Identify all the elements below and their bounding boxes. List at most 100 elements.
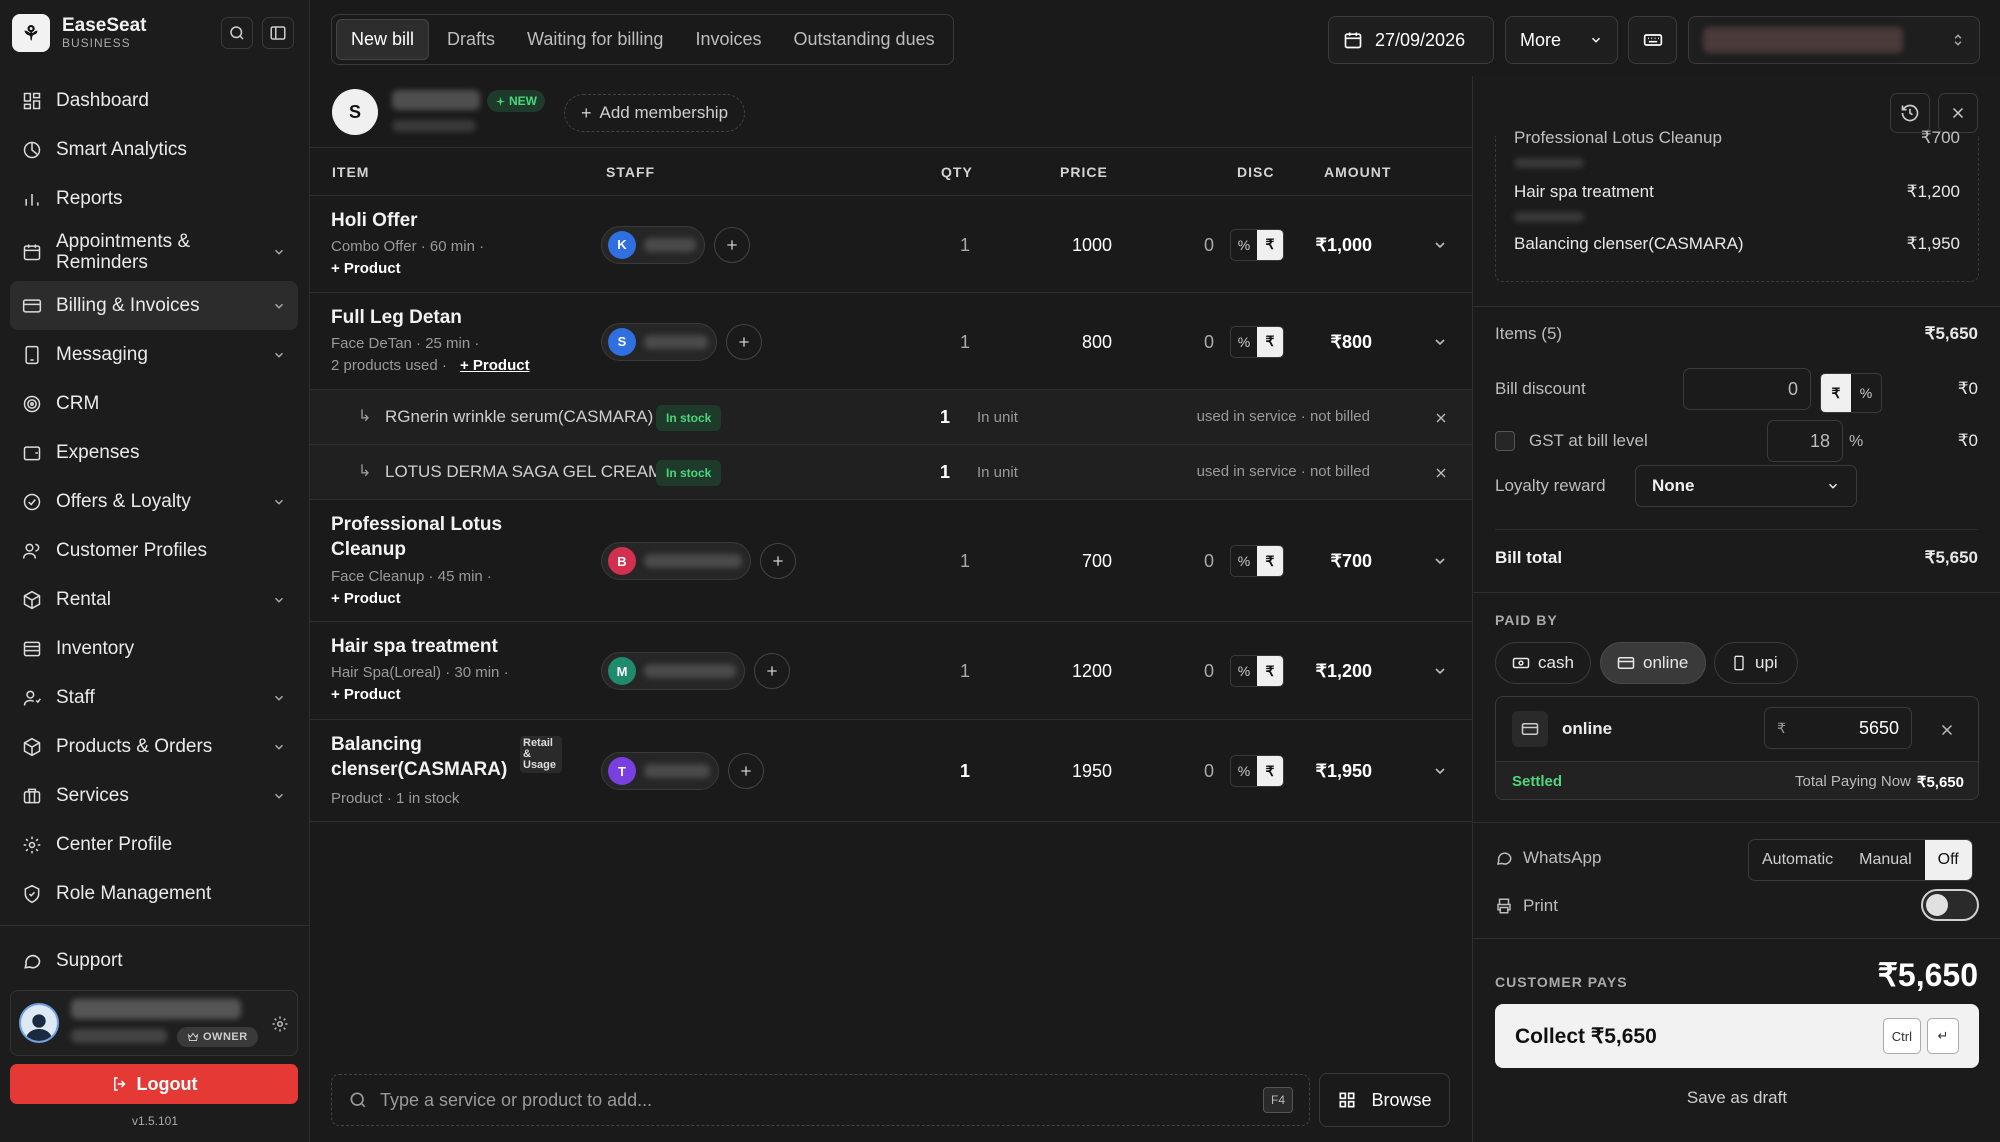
percent-option[interactable]: % (1231, 230, 1257, 260)
sidebar-toggle-button[interactable] (262, 17, 294, 49)
chevron-down-icon[interactable] (1432, 334, 1448, 350)
tab-new-bill[interactable]: New bill (336, 19, 430, 60)
loyalty-select[interactable]: None (1635, 465, 1857, 507)
sidebar-item-role-management[interactable]: Role Management (10, 869, 298, 918)
discount-type-toggle[interactable]: % ₹ (1230, 655, 1284, 687)
close-icon[interactable] (1433, 410, 1449, 426)
sidebar-item-reports[interactable]: Reports (10, 174, 298, 223)
add-product-link[interactable]: + Product (331, 260, 401, 277)
percent-option[interactable]: % (1851, 374, 1881, 412)
staff-selector[interactable]: M (601, 652, 745, 690)
sidebar-item-support[interactable]: Support (10, 936, 298, 985)
sidebar-item-products-orders[interactable]: Products & Orders (10, 722, 298, 771)
staff-selector[interactable]: K (601, 225, 705, 264)
close-icon[interactable] (1433, 465, 1449, 481)
discount-type-toggle[interactable]: % ₹ (1230, 755, 1284, 787)
user-card[interactable]: OWNER (10, 990, 298, 1056)
sidebar-item-customer-profiles[interactable]: Customer Profiles (10, 526, 298, 575)
item-price[interactable]: 800 (1030, 332, 1112, 353)
discount-type-toggle[interactable]: % ₹ (1230, 228, 1284, 261)
rupee-option[interactable]: ₹ (1257, 546, 1283, 576)
item-price[interactable]: 1000 (1030, 235, 1112, 256)
item-qty[interactable]: 1 (950, 235, 970, 256)
item-discount[interactable]: 0 (1190, 551, 1214, 572)
online-amount-input[interactable]: ₹ 5650 (1764, 707, 1912, 749)
sidebar-item-billing-invoices[interactable]: Billing & Invoices (10, 281, 298, 330)
bill-discount-input[interactable]: 0 (1683, 368, 1811, 410)
percent-option[interactable]: % (1231, 327, 1257, 357)
collect-button[interactable]: Collect ₹5,650 Ctrl ↵ (1495, 1004, 1979, 1068)
item-price[interactable]: 700 (1030, 551, 1112, 572)
close-bill-button[interactable] (1938, 93, 1978, 133)
item-qty[interactable]: 1 (950, 761, 970, 782)
tab-outstanding-dues[interactable]: Outstanding dues (779, 19, 948, 60)
staff-selector[interactable]: T (601, 752, 719, 790)
brand[interactable]: ⚘ EaseSeat BUSINESS (12, 14, 147, 52)
save-as-draft-button[interactable]: Save as draft (1495, 1088, 1979, 1108)
percent-option[interactable]: % (1231, 756, 1257, 786)
sidebar-item-appointments-reminders[interactable]: Appointments & Reminders (10, 223, 298, 281)
whatsapp-option-off[interactable]: Off (1924, 840, 1972, 880)
add-product-link[interactable]: + Product (331, 590, 401, 607)
rupee-option[interactable]: ₹ (1821, 374, 1851, 412)
percent-option[interactable]: % (1231, 546, 1257, 576)
chevron-down-icon[interactable] (1432, 763, 1448, 779)
browse-button[interactable]: Browse (1319, 1073, 1450, 1127)
add-product-link[interactable]: + Product (331, 686, 401, 703)
tab-waiting-for-billing[interactable]: Waiting for billing (513, 19, 677, 60)
item-qty[interactable]: 1 (950, 332, 970, 353)
sidebar-item-services[interactable]: Services (10, 771, 298, 820)
chevron-down-icon[interactable] (1432, 553, 1448, 569)
item-name[interactable]: Professional Lotus Cleanup (331, 512, 511, 562)
keyboard-shortcuts-button[interactable] (1628, 16, 1677, 64)
sidebar-item-center-profile[interactable]: Center Profile (10, 820, 298, 869)
sidebar-item-inventory[interactable]: Inventory (10, 624, 298, 673)
date-picker[interactable]: 27/09/2026 (1328, 16, 1494, 64)
account-switcher[interactable] (1688, 16, 1980, 64)
sidebar-item-smart-analytics[interactable]: Smart Analytics (10, 125, 298, 174)
discount-type-toggle[interactable]: ₹ % (1820, 373, 1882, 413)
customer-avatar[interactable]: S (332, 89, 378, 135)
logout-button[interactable]: Logout (10, 1064, 298, 1104)
item-name[interactable]: Balancing clenser(CASMARA) (331, 732, 521, 782)
add-staff-button[interactable] (726, 323, 762, 360)
rupee-option[interactable]: ₹ (1257, 229, 1283, 260)
rupee-option[interactable]: ₹ (1257, 326, 1283, 357)
staff-selector[interactable]: S (601, 322, 717, 361)
item-name[interactable]: Holi Offer (331, 208, 418, 233)
item-discount[interactable]: 0 (1190, 761, 1214, 782)
sidebar-search-button[interactable] (221, 17, 253, 49)
discount-type-toggle[interactable]: % ₹ (1230, 325, 1284, 358)
tab-invoices[interactable]: Invoices (681, 19, 775, 60)
rupee-option[interactable]: ₹ (1257, 756, 1283, 786)
sidebar-item-crm[interactable]: CRM (10, 379, 298, 428)
item-price[interactable]: 1200 (1030, 661, 1112, 682)
tab-drafts[interactable]: Drafts (433, 19, 509, 60)
pay-method-online[interactable]: online (1600, 642, 1706, 684)
item-discount[interactable]: 0 (1190, 332, 1214, 353)
gst-rate-input[interactable]: 18 (1767, 420, 1843, 462)
item-qty[interactable]: 1 (950, 661, 970, 682)
add-staff-button[interactable] (760, 543, 796, 579)
item-discount[interactable]: 0 (1190, 661, 1214, 682)
whatsapp-option-manual[interactable]: Manual (1846, 840, 1924, 880)
add-staff-button[interactable] (728, 753, 764, 789)
discount-type-toggle[interactable]: % ₹ (1230, 545, 1284, 577)
chevron-down-icon[interactable] (1432, 663, 1448, 679)
item-name[interactable]: Hair spa treatment (331, 634, 498, 659)
sidebar-item-rental[interactable]: Rental (10, 575, 298, 624)
close-icon[interactable] (1938, 721, 1956, 739)
rupee-option[interactable]: ₹ (1257, 656, 1283, 686)
sidebar-item-messaging[interactable]: Messaging (10, 330, 298, 379)
item-name[interactable]: Full Leg Detan (331, 305, 462, 330)
item-price[interactable]: 1950 (1030, 761, 1112, 782)
whatsapp-mode-selector[interactable]: Automatic Manual Off (1748, 839, 1973, 881)
history-button[interactable] (1890, 93, 1930, 133)
item-search-input[interactable]: Type a service or product to add... F4 (331, 1074, 1310, 1126)
pay-method-cash[interactable]: cash (1495, 642, 1591, 684)
pay-method-upi[interactable]: upi (1714, 642, 1798, 684)
sidebar-item-staff[interactable]: Staff (10, 673, 298, 722)
gear-icon[interactable] (271, 1015, 289, 1033)
add-product-link[interactable]: + Product (460, 357, 530, 374)
whatsapp-option-automatic[interactable]: Automatic (1749, 840, 1846, 880)
